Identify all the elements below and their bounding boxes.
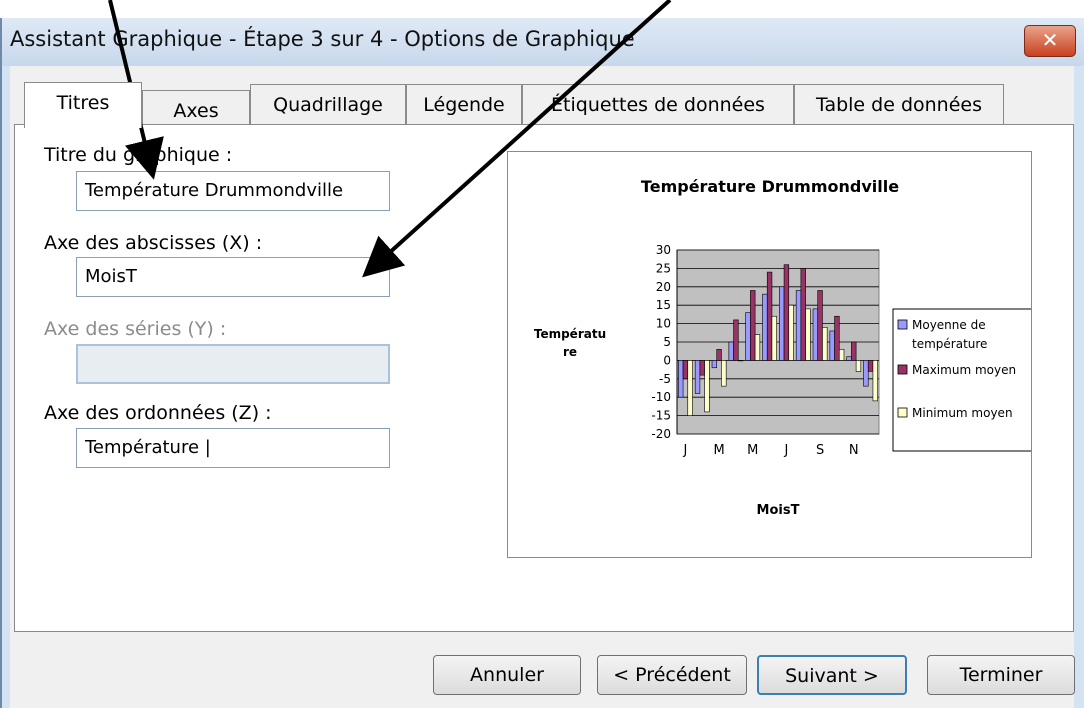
y-axis-title-line1: Températu — [534, 327, 606, 341]
tab-quadrillage[interactable]: Quadrillage — [250, 84, 406, 124]
bar-minimum — [788, 304, 794, 361]
bar-moyenne — [846, 356, 852, 361]
bar-maximum — [800, 268, 806, 361]
y-tick-label: 5 — [663, 335, 671, 349]
bar-moyenne — [728, 341, 734, 361]
y-series-input — [76, 344, 390, 384]
x-tick-label: S — [816, 443, 824, 458]
x-axis-input[interactable]: MoisT — [76, 257, 390, 297]
bar-maximum — [682, 360, 689, 380]
tab-table-donnees[interactable]: Table de données — [794, 84, 1004, 124]
bar-minimum — [805, 308, 811, 361]
bar-minimum — [872, 360, 878, 402]
y-tick-label: 10 — [656, 317, 671, 331]
x-axis-label: Axe des abscisses (X) : — [44, 232, 263, 254]
bar-moyenne — [863, 360, 869, 387]
bar-maximum — [733, 319, 739, 361]
y-tick-label: -5 — [659, 372, 671, 386]
bar-maximum — [699, 360, 705, 376]
y-series-label: Axe des séries (Y) : — [44, 318, 227, 340]
previous-button[interactable]: < Précédent — [597, 655, 747, 695]
y-tick-label: 20 — [656, 280, 671, 294]
y-tick-label: -15 — [651, 409, 671, 423]
bar-minimum — [771, 315, 777, 361]
y-tick-label: 0 — [663, 353, 671, 367]
bar-moyenne — [779, 286, 785, 361]
next-button[interactable]: Suivant > — [757, 655, 907, 695]
y-tick-label: -20 — [651, 427, 671, 441]
bar-moyenne — [694, 360, 701, 394]
chart-title-label: Titre du graphique : — [44, 144, 233, 166]
bar-minimum — [855, 360, 862, 372]
legend-swatch-maximum — [897, 364, 908, 375]
chart-svg: Température Drummondville 30 25 20 15 10 5 0 -5 -… — [534, 177, 1045, 518]
x-tick-label: J — [783, 443, 788, 458]
legend-label-moyenne-line1: Moyenne de — [912, 318, 986, 332]
legend-label-minimum: Minimum moyen — [912, 406, 1013, 420]
legend-label-maximum: Maximum moyen — [912, 363, 1016, 377]
bar-moyenne — [829, 330, 835, 361]
bar-maximum — [867, 360, 874, 372]
bar-moyenne — [678, 360, 684, 398]
window-title: Assistant Graphique - Étape 3 sur 4 - Op… — [10, 27, 635, 51]
bar-minimum — [754, 334, 761, 361]
title-bar[interactable]: Assistant Graphique - Étape 3 sur 4 - Op… — [2, 18, 1084, 66]
z-axis-label: Axe des ordonnées (Z) : — [44, 402, 272, 424]
x-tick-label: J — [682, 443, 687, 458]
legend-swatch-minimum — [897, 407, 908, 418]
cancel-button[interactable]: Annuler — [433, 655, 581, 695]
tab-legende[interactable]: Légende — [406, 84, 522, 124]
x-tick-label: M — [747, 443, 758, 458]
x-axis-title: MoisT — [757, 503, 800, 518]
bar-minimum — [737, 360, 744, 362]
bar-maximum — [834, 315, 840, 361]
y-tick-label: 25 — [656, 261, 671, 275]
y-tick-label: -10 — [651, 390, 671, 404]
z-axis-input[interactable]: Température | — [76, 428, 390, 468]
finish-button[interactable]: Terminer — [927, 655, 1075, 695]
y-axis-title-line2: re — [563, 345, 577, 359]
bar-maximum — [766, 271, 773, 361]
y-tick-label: 30 — [656, 243, 671, 257]
tab-etiquettes[interactable]: Étiquettes de données — [522, 84, 794, 124]
chart-title: Température Drummondville — [641, 177, 899, 196]
chart-title-input[interactable]: Température Drummondville — [76, 171, 390, 211]
bar-moyenne — [745, 312, 751, 361]
bar-maximum — [750, 290, 756, 361]
x-tick-label: M — [713, 443, 724, 458]
chart-preview: Température Drummondville 30 25 20 15 10 5 0 -5 -… — [507, 151, 1045, 558]
legend-swatch-moyenne — [897, 319, 908, 330]
x-tick-label: N — [849, 443, 859, 458]
bar-minimum — [704, 360, 710, 413]
bar-maximum — [851, 341, 857, 361]
bar-minimum — [838, 349, 845, 361]
bar-moyenne — [762, 293, 768, 361]
y-tick-label: 15 — [656, 298, 671, 312]
bar-maximum — [817, 290, 823, 361]
bar-maximum — [716, 349, 722, 361]
close-button[interactable]: ✕ — [1024, 25, 1076, 57]
legend-label-moyenne-line2: température — [912, 337, 987, 351]
bar-maximum — [783, 264, 790, 361]
bar-minimum — [721, 360, 727, 387]
tab-titres[interactable]: Titres — [24, 82, 142, 128]
bar-minimum — [687, 360, 693, 416]
bar-moyenne — [711, 360, 718, 369]
bar-minimum — [822, 326, 828, 361]
bar-moyenne — [812, 308, 819, 361]
bar-moyenne — [795, 290, 802, 361]
